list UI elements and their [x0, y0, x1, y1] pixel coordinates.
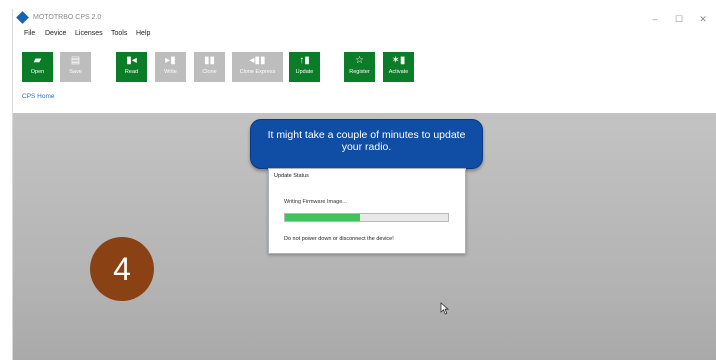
read-button[interactable]: ▮◂ Read [116, 52, 147, 82]
menu-device[interactable]: Device [45, 30, 66, 37]
read-icon: ▮◂ [126, 55, 137, 66]
toolbar: ▰ Open ▤ Save ▮◂ Read ▸▮ Write ▮▮ Clone … [13, 42, 716, 94]
register-button[interactable]: ☆ Register [344, 52, 375, 82]
menu-file[interactable]: File [24, 30, 35, 37]
write-icon: ▸▮ [165, 55, 176, 66]
save-icon: ▤ [70, 55, 81, 66]
clone-button[interactable]: ▮▮ Clone [194, 52, 225, 82]
activate-icon: ✶▮ [391, 55, 406, 66]
open-button[interactable]: ▰ Open [22, 52, 53, 82]
star-icon: ☆ [355, 55, 364, 66]
mouse-cursor-icon [440, 302, 449, 315]
breadcrumb[interactable]: CPS Home [22, 93, 55, 100]
progress-bar [284, 213, 449, 222]
app-window: MOTOTRBO CPS 2.0 – ☐ ✕ File Device Licen… [12, 9, 716, 360]
clone-icon: ▮▮ [203, 55, 215, 66]
menu-tools[interactable]: Tools [111, 30, 127, 37]
update-status-dialog: Update Status Writing Firmware Image... … [268, 168, 466, 254]
dialog-title: Update Status [274, 173, 309, 179]
main-content-area: It might take a couple of minutes to upd… [13, 113, 716, 360]
maximize-button[interactable]: ☐ [669, 11, 689, 27]
update-icon: ↑▮ [299, 55, 310, 66]
update-button[interactable]: ↑▮ Update [289, 52, 320, 82]
clone-express-icon: ◂▮▮ [249, 55, 266, 66]
write-button[interactable]: ▸▮ Write [155, 52, 186, 82]
tutorial-callout: It might take a couple of minutes to upd… [250, 119, 483, 169]
activate-button[interactable]: ✶▮ Activate [383, 52, 414, 82]
close-button[interactable]: ✕ [693, 11, 713, 27]
mototrbo-logo-icon [16, 11, 29, 24]
warning-message: Do not power down or disconnect the devi… [284, 236, 394, 242]
status-message: Writing Firmware Image... [284, 199, 347, 205]
step-number-badge: 4 [90, 237, 154, 301]
progress-bar-fill [285, 214, 360, 221]
title-bar: MOTOTRBO CPS 2.0 – ☐ ✕ [13, 9, 716, 29]
save-button[interactable]: ▤ Save [60, 52, 91, 82]
window-title: MOTOTRBO CPS 2.0 [33, 14, 102, 21]
menu-help[interactable]: Help [136, 30, 150, 37]
clone-express-button[interactable]: ◂▮▮ Clone Express [232, 52, 283, 82]
folder-icon: ▰ [33, 55, 42, 66]
minimize-button[interactable]: – [645, 11, 665, 27]
menu-licenses[interactable]: Licenses [75, 30, 103, 37]
